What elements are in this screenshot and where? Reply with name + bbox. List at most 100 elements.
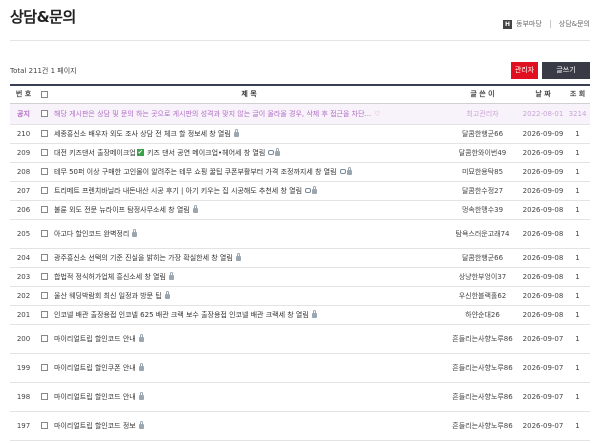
row-status-icons [138,363,144,371]
lock-icon [138,392,144,400]
row-date: 2026-09-09 [522,186,564,195]
row-author[interactable]: 흔들리는사향노루86 [444,411,521,440]
row-checkbox[interactable] [40,206,48,213]
row-check-cell [37,353,51,382]
table-row: 203 합법적 정식허가업체 흥신소세 창 열림 상냥한부엉이37 2026-09-0… [10,267,590,286]
notice-check-cell [37,103,51,124]
row-checkbox[interactable] [40,230,48,237]
row-check-cell [37,162,51,181]
row-checkbox[interactable] [40,168,48,175]
row-subject-link[interactable]: 광주흥신소 선택의 기준 진실을 밝히는 가장 확실한세 창 열림 [54,254,233,262]
table-row: 209 대전 키즈댄서 출장메이크업 ✔ 키즈 댄서 공연 메이크업•헤어세 창 열… [10,143,590,162]
row-status-icons [235,253,241,261]
row-check-cell [37,219,51,248]
row-checkbox[interactable] [40,422,48,429]
home-icon[interactable]: H [503,19,513,29]
notice-subject-link[interactable]: 해당 게시판은 상담 및 문의 하는 곳으로 게시판의 성격과 맞지 않는 글이… [54,110,371,118]
row-checkbox[interactable] [40,311,48,318]
row-subject-link[interactable]: 합법적 정식허가업체 흥신소세 창 열림 [54,273,166,281]
row-author[interactable]: 우신한블랙홀62 [444,286,521,305]
row-subject-link[interactable]: 마이리얼트립 할인코드 정보 [54,422,136,430]
row-checkbox[interactable] [40,187,48,194]
row-author[interactable]: 달콤한와이번49 [444,143,521,162]
table-row: 205 아고다 할인코드 완벽정리 탐욕스러운고래74 2026-09-08 1 [10,219,590,248]
row-checkbox[interactable] [40,110,48,117]
row-author[interactable]: 달콤한행군66 [444,248,521,267]
row-subject-cell: 인코넬 배관 출장용접 인코넬 625 배관 크랙 보수 출장용접 인코넬 배관… [51,305,444,324]
row-subject-cell: 마이리얼트립 할인쿠폰 안내 [51,353,444,382]
table-row: 198 마이리얼트립 할인코드 안내 흔들리는사향노루86 2026-09-07 1 [10,382,590,411]
row-subject-cell: 마이리얼트립 할인코드 안내 [51,324,444,353]
row-hits: 1 [575,186,580,195]
row-subject-link[interactable]: 테무 50퍼 이상 구매한 고인물이 알려주는 테무 쇼핑 꿀팁 쿠폰부활부터 … [54,168,337,176]
write-button[interactable]: 글쓰기 [542,62,590,79]
row-author[interactable]: 흔들리는사향노루86 [444,324,521,353]
row-hits: 1 [575,205,580,214]
breadcrumb-separator [549,20,551,28]
row-subject-cell: 마이리얼트립 할인코드 정보 [51,411,444,440]
row-subject-link[interactable]: 트리메트 프렌치바닐라 내돈내산 시공 후기 | 아기 키우는 집 시공해도 추… [54,187,302,195]
row-subject-link[interactable]: 마이리얼트립 할인코드 안내 [54,335,136,343]
row-number: 199 [16,363,31,372]
row-subject-link[interactable]: 불륜 외도 전문 뉴라이프 탐정사무소세 창 열림 [54,206,190,214]
row-check-cell [37,143,51,162]
row-subject-link-rest[interactable]: 키즈 댄서 공연 메이크업•헤어세 창 열림 [145,149,265,157]
row-author[interactable]: 하얀순대26 [444,305,521,324]
row-subject-link[interactable]: 마이리얼트립 할인쿠폰 안내 [54,364,136,372]
lock-icon [138,421,144,429]
header-hits[interactable]: 조 회 [565,84,590,104]
lock-icon [132,229,138,237]
row-check-cell [37,382,51,411]
row-author[interactable]: 달콤한수정27 [444,181,521,200]
lock-icon [275,148,281,156]
row-checkbox[interactable] [40,130,48,137]
row-checkbox[interactable] [40,364,48,371]
row-checkbox[interactable] [40,335,48,342]
table-row: 208 테무 50퍼 이상 구매한 고인물이 알려주는 테무 쇼핑 꿀팁 쿠폰부활… [10,162,590,181]
breadcrumb-item-parent[interactable]: 동부마당 [516,19,542,29]
row-number: 203 [16,272,31,281]
row-number: 206 [16,205,31,214]
row-checkbox[interactable] [40,292,48,299]
row-date: 2026-09-09 [522,148,564,157]
header-date[interactable]: 날 짜 [521,84,565,104]
header-num: 번 호 [10,84,37,104]
row-date: 2026-09-08 [522,272,564,281]
row-author[interactable]: 멍속한맹수39 [444,200,521,219]
row-subject-link[interactable]: 대전 키즈댄서 출장메이크업 [54,149,136,157]
row-author[interactable]: 흔들리는사향노루86 [444,353,521,382]
row-subject-link[interactable]: 울산 웨딩박람회 최신 일정과 방문 팁 [54,292,162,300]
row-subject-link[interactable]: 인코넬 배관 출장용접 인코넬 625 배관 크랙 보수 출장용접 인코넬 배관… [54,311,309,319]
row-number: 209 [16,148,31,157]
select-all-checkbox[interactable] [40,90,48,98]
row-subject-link[interactable]: 마이리얼트립 할인코드 안내 [54,393,136,401]
row-check-cell [37,200,51,219]
header-subject: 제 목 [51,84,444,104]
row-author[interactable]: 미묘한용탁85 [444,162,521,181]
row-status-icons [311,310,317,318]
row-checkbox[interactable] [40,273,48,280]
row-hits: 1 [575,129,580,138]
heart-icon: ♡ [374,109,381,118]
row-author[interactable]: 탐욕스러운고래74 [444,219,521,248]
row-subject-cell: 테무 50퍼 이상 구매한 고인물이 알려주는 테무 쇼핑 꿀팁 쿠폰부활부터 … [51,162,444,181]
row-author[interactable]: 상냥한부엉이37 [444,267,521,286]
row-subject-link[interactable]: 아고다 할인코드 완벽정리 [54,230,129,238]
row-checkbox[interactable] [40,254,48,261]
notice-author[interactable]: 최고관리자 [444,103,521,124]
table-row: 199 마이리얼트립 할인쿠폰 안내 흔들리는사향노루86 2026-09-07 1 [10,353,590,382]
row-author[interactable]: 달콤한행군66 [444,124,521,143]
table-row: 202 울산 웨딩박람회 최신 일정과 방문 팁 우신한블랙홀62 2026-09-0… [10,286,590,305]
row-subject-link[interactable]: 세종흥신소 배우자 외도 조사 상담 전 체크 할 정보세 창 열림 [54,130,231,138]
lock-icon [138,334,144,342]
row-checkbox[interactable] [40,149,48,156]
row-subject-cell: 대전 키즈댄서 출장메이크업 ✔ 키즈 댄서 공연 메이크업•헤어세 창 열림 [51,143,444,162]
row-number: 197 [16,421,31,430]
table-row: 206 불륜 외도 전문 뉴라이프 탐정사무소세 창 열림 멍속한맹수39 2026-… [10,200,590,219]
row-date: 2026-09-07 [522,363,564,372]
comment-icon [268,150,275,155]
row-hits: 1 [575,148,580,157]
admin-button[interactable]: 관리자 [511,62,538,79]
row-checkbox[interactable] [40,393,48,400]
row-author[interactable]: 흔들리는사향노루86 [444,382,521,411]
